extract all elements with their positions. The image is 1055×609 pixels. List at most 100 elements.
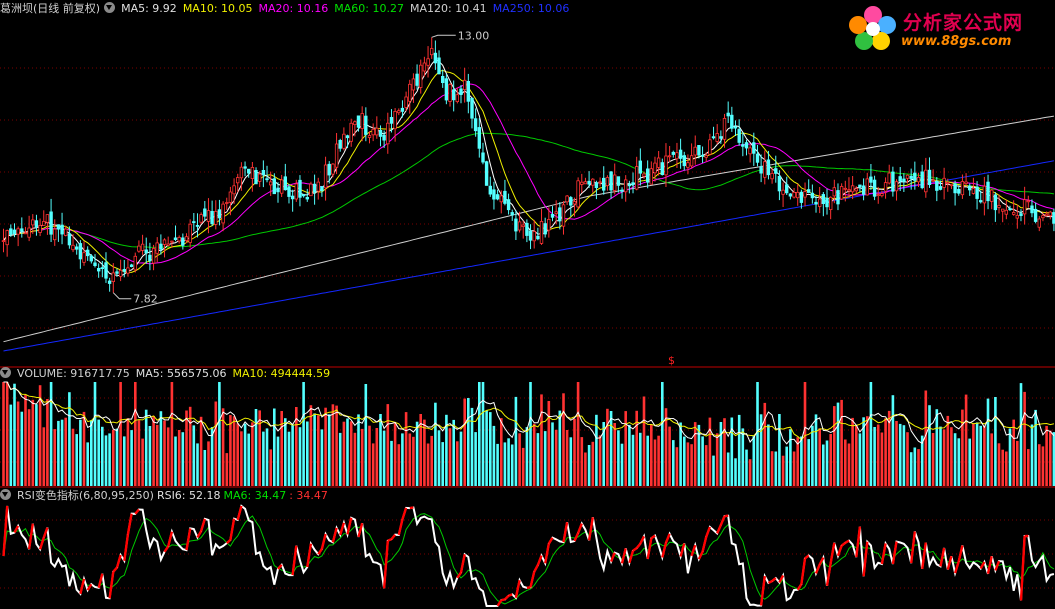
candle-body <box>327 163 331 176</box>
candle-body <box>631 182 635 185</box>
rsi-rising-segment <box>697 551 704 560</box>
rsi-rising-segment <box>994 560 1001 571</box>
candle-body <box>865 178 869 196</box>
candle-body <box>115 271 119 274</box>
collapse-toggle-icon[interactable] <box>0 489 11 500</box>
volume-label: VOLUME: 916717.75 <box>17 367 130 380</box>
candle-body <box>646 168 650 183</box>
volume-bar <box>262 431 265 486</box>
rsi-rising-segment <box>27 523 34 550</box>
volume-bar <box>412 436 415 486</box>
candle-body <box>356 115 361 128</box>
chart-canvas: 13.00 7.82 $ <box>0 29 1055 607</box>
candle-body <box>1004 209 1008 215</box>
volume-bar <box>192 425 196 486</box>
collapse-toggle-icon[interactable] <box>0 367 11 378</box>
volume-bar <box>68 392 71 486</box>
candle-body <box>473 118 478 132</box>
candle-body <box>338 139 342 149</box>
volume-bar <box>953 433 957 486</box>
volume-bar <box>928 405 931 486</box>
candle-body <box>971 188 976 194</box>
rsi-rising-segment <box>910 531 916 564</box>
volume-bar <box>456 441 459 486</box>
collapse-toggle-icon[interactable] <box>104 2 116 13</box>
rsi-rising-segment <box>401 507 408 520</box>
rsi-rising-segment <box>818 557 825 566</box>
volume-bar <box>93 382 97 486</box>
candle-body <box>843 187 847 190</box>
rsi-rising-segment <box>609 552 616 563</box>
volume-bar <box>126 418 130 486</box>
candle-body <box>378 129 383 137</box>
volume-bar <box>704 445 708 486</box>
rsi-rising-segment <box>229 518 236 541</box>
volume-bar <box>335 405 338 486</box>
volume-bar <box>917 449 920 486</box>
candle-body <box>847 189 851 192</box>
candle-body <box>964 181 968 184</box>
rsi-rising-segment <box>767 580 773 584</box>
volume-bar <box>448 428 452 486</box>
volume-bar <box>364 384 368 486</box>
volume-bar <box>276 436 280 486</box>
candle-body <box>199 214 203 223</box>
site-url: www.88gs.com <box>901 34 1012 49</box>
candle-body <box>872 179 877 197</box>
volume-bar <box>346 418 349 486</box>
candle-body <box>93 262 97 266</box>
volume-bar <box>353 432 357 486</box>
candle-body <box>821 194 825 205</box>
volume-bar <box>232 416 236 486</box>
rsi-rising-segment <box>108 571 115 599</box>
volume-bar <box>317 415 320 486</box>
rsi-rising-segment <box>1019 536 1026 601</box>
volume-bar <box>452 419 455 486</box>
candle-body <box>466 81 470 102</box>
candle-body <box>20 228 24 232</box>
candle-body <box>876 194 880 197</box>
candle-body <box>986 181 990 202</box>
candle-body <box>927 169 932 185</box>
candle-body <box>122 268 126 272</box>
candle-body <box>1044 213 1049 216</box>
candle-body <box>404 96 408 108</box>
rsi-rising-segment <box>796 583 803 591</box>
volume-bar <box>130 430 133 486</box>
candle-body <box>34 220 39 228</box>
candle-body <box>239 166 244 179</box>
candle-body <box>858 184 862 188</box>
candle-body <box>170 240 174 243</box>
rsi-rising-segment <box>357 522 364 538</box>
candle-body <box>704 155 708 158</box>
volume-bar <box>42 427 46 486</box>
volume-bar <box>86 442 89 486</box>
volume-bar <box>613 423 616 486</box>
volume-bar <box>529 382 532 486</box>
candle-body <box>451 89 456 101</box>
volume-bar <box>536 433 540 486</box>
volume-bar <box>693 422 697 486</box>
candle-body <box>1001 208 1005 212</box>
volume-bar <box>489 412 492 486</box>
volume-bar <box>309 405 313 486</box>
volume-bar <box>53 429 56 486</box>
volume-bar <box>31 399 35 486</box>
volume-bar <box>752 436 756 486</box>
rsi-rising-segment <box>646 538 653 560</box>
candle-body <box>810 192 815 199</box>
candle-body <box>594 182 599 188</box>
candle-body <box>345 135 350 139</box>
candle-body <box>898 176 902 182</box>
volume-bar <box>668 426 671 486</box>
volume-bar <box>792 451 796 486</box>
volume-bar <box>961 409 964 486</box>
rsi-rising-segment <box>387 538 392 542</box>
volume-bar <box>909 452 913 486</box>
candle-body <box>364 115 368 135</box>
rsi-rising-segment <box>112 566 118 573</box>
volume-bar <box>734 458 737 486</box>
volume-bar <box>576 382 580 486</box>
volume-bar <box>876 424 880 486</box>
volume-bar <box>558 410 562 486</box>
